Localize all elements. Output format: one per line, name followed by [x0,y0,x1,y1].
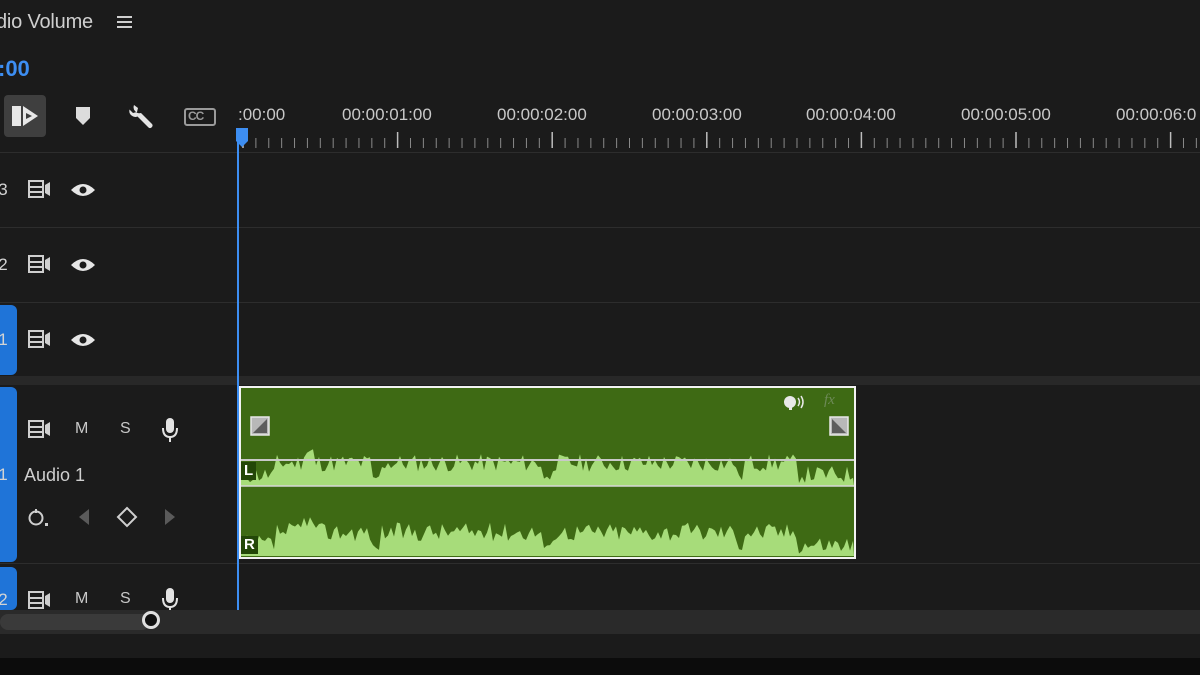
eye-icon[interactable] [70,182,96,198]
track-divider [0,227,1200,228]
ruler-label: 00:00:04:00 [806,105,896,124]
audio-clip[interactable]: L R fx [239,386,856,559]
ruler-ticks [242,132,1197,148]
channel-label-left: L [241,462,257,480]
playhead-handle-icon[interactable] [236,128,248,148]
ruler-label: 00:00:02:00 [497,105,587,124]
film-icon[interactable] [28,330,52,348]
film-icon[interactable] [28,420,52,438]
captions-button[interactable]: CC [184,108,216,126]
next-keyframe-icon[interactable] [163,508,177,526]
ruler-label: 00:00:03:00 [652,105,742,124]
ruler-label: 00:00:05:00 [961,105,1051,124]
timeline-panel: dio Volume :00 CC :00:00 00:00:01:00 00:… [0,0,1200,658]
scrollbar-thumb[interactable] [0,614,150,630]
wrench-icon[interactable] [128,102,156,130]
track-name[interactable]: Audio 1 [24,465,85,486]
audio-waveform [241,449,854,556]
hamburger-menu-icon[interactable] [116,13,134,31]
keyframe-options-icon[interactable] [27,507,51,529]
panel-title[interactable]: dio Volume [0,11,93,34]
add-keyframe-icon[interactable] [116,506,138,528]
fx-badge[interactable]: fx [824,392,835,409]
film-icon[interactable] [28,180,52,198]
eye-icon[interactable] [70,332,96,348]
film-icon[interactable] [28,591,52,609]
track-divider [0,563,1200,564]
channel-label-right: R [241,536,258,554]
track-number[interactable]: 1 [0,465,9,485]
solo-button[interactable]: S [120,590,131,608]
track-number[interactable]: 2 [0,255,9,275]
solo-button[interactable]: S [120,420,131,438]
horizontal-zoom-scrollbar[interactable] [0,610,1200,634]
snap-icon [12,106,38,126]
time-ruler[interactable]: :00:00 00:00:01:00 00:00:02:00 00:00:03:… [238,98,1200,150]
snap-button[interactable] [4,95,46,137]
eye-icon[interactable] [70,257,96,273]
mute-button[interactable]: M [75,590,88,608]
film-icon[interactable] [28,255,52,273]
playhead-timecode[interactable]: :00 [0,56,30,82]
track-number[interactable]: 1 [0,330,9,350]
ruler-label: 00:00:06:0 [1116,105,1197,124]
zoom-handle[interactable] [142,611,160,629]
add-marker-icon[interactable] [74,106,92,126]
video-audio-divider [0,376,1200,385]
track-divider [0,302,1200,303]
microphone-icon[interactable] [161,417,179,443]
track-divider [0,152,1200,153]
panel-header: dio Volume [0,0,1200,48]
track-number[interactable]: 2 [0,590,9,610]
playhead-line[interactable] [237,140,239,610]
captions-icon: CC [188,109,204,123]
fade-out-handle-icon[interactable] [829,416,849,436]
dialogue-speech-icon[interactable] [782,394,808,412]
ruler-label: :00:00 [238,105,286,124]
fade-in-handle-icon[interactable] [250,416,270,436]
mute-button[interactable]: M [75,420,88,438]
previous-keyframe-icon[interactable] [77,508,91,526]
track-number[interactable]: 3 [0,180,9,200]
ruler-label: 00:00:01:00 [342,105,432,124]
